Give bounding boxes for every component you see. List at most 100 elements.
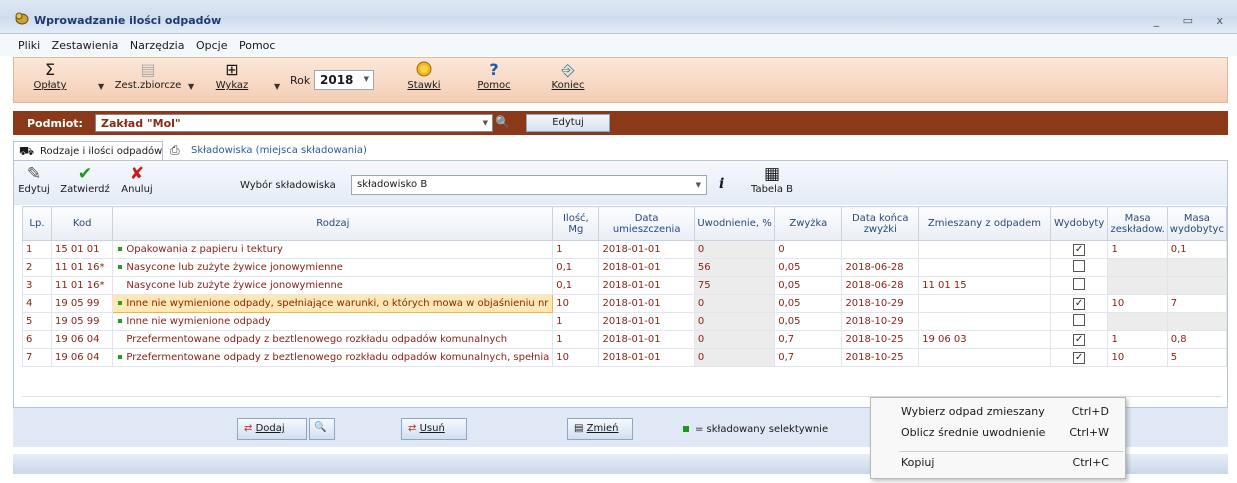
cell-masa-wyd[interactable]: 0,8: [1166, 330, 1228, 349]
anuluj-button[interactable]: ✘ Anuluj: [118, 164, 156, 195]
cell-data-konca[interactable]: 2018-10-25: [841, 348, 920, 367]
cell-data[interactable]: 2018-01-01: [598, 240, 695, 259]
info-icon[interactable]: i: [719, 176, 724, 192]
stawki-button[interactable]: Stawki: [404, 60, 444, 91]
cell-masa-zesk[interactable]: 10: [1107, 294, 1168, 313]
cell-data-konca[interactable]: 2018-06-28: [841, 276, 920, 295]
cell-masa-zesk[interactable]: 1: [1107, 240, 1168, 259]
podmiot-edit-button[interactable]: Edytuj: [526, 114, 610, 132]
menu-pliki[interactable]: Pliki: [18, 39, 40, 52]
cell-zwyzka[interactable]: 0,05: [774, 258, 843, 277]
cell-kod[interactable]: 15 01 01: [50, 240, 114, 259]
usun-button[interactable]: ⇄ Usuń: [401, 418, 467, 440]
wydobyty-checkbox[interactable]: ✓: [1073, 351, 1086, 364]
cell-data[interactable]: 2018-01-01: [598, 330, 695, 349]
cell-data[interactable]: 2018-01-01: [598, 348, 695, 367]
wydobyty-checkbox[interactable]: ✓: [1073, 297, 1086, 310]
menu-pomoc[interactable]: Pomoc: [239, 39, 275, 52]
wydobyty-checkbox[interactable]: [1073, 314, 1086, 326]
cell-lp[interactable]: 4: [22, 294, 52, 313]
podmiot-select[interactable]: Zakład "Mol" ▼: [95, 114, 493, 132]
cell-zwyzka[interactable]: 0,05: [774, 294, 843, 313]
cell-ilosc[interactable]: 1: [552, 312, 600, 331]
cell-ilosc[interactable]: 0,1: [552, 276, 600, 295]
oplaty-button[interactable]: Σ Opłaty: [30, 60, 70, 91]
cell-data-konca[interactable]: 2018-10-29: [841, 294, 920, 313]
cell-rodzaj[interactable]: Nasycone lub zużyte żywice jonowymienne: [112, 276, 554, 295]
cell-kod[interactable]: 19 06 04: [50, 330, 114, 349]
zest-button[interactable]: ▤ Zest.zbiorcze: [108, 60, 188, 91]
cell-masa-wyd[interactable]: 5: [1166, 348, 1228, 367]
cell-rodzaj[interactable]: Nasycone lub zużyte żywice jonowymienne: [112, 258, 554, 277]
col-header-rodzaj[interactable]: Rodzaj: [112, 206, 554, 241]
ctx-item-oblicz[interactable]: Oblicz średnie uwodnienie Ctrl+W: [901, 426, 1121, 439]
search-icon[interactable]: 🔍: [495, 115, 513, 131]
cell-masa-zesk[interactable]: 1: [1107, 330, 1168, 349]
edytuj-button[interactable]: ✎ Edytuj: [14, 164, 54, 195]
cell-masa-zesk[interactable]: 10: [1107, 348, 1168, 367]
cell-wydobyty[interactable]: [1049, 258, 1109, 277]
cell-uwodnienie[interactable]: 0: [693, 330, 776, 349]
cell-kod[interactable]: 11 01 16*: [50, 276, 114, 295]
cell-lp[interactable]: 7: [22, 348, 52, 367]
cell-zmieszany[interactable]: [918, 348, 1051, 367]
col-header-ilosc[interactable]: Ilość, Mg: [552, 206, 600, 241]
cell-zmieszany[interactable]: [918, 312, 1051, 331]
cell-uwodnienie[interactable]: 0: [693, 312, 776, 331]
ctx-item-kopiuj[interactable]: Kopiuj Ctrl+C: [901, 456, 1121, 469]
cell-zmieszany[interactable]: [918, 294, 1051, 313]
table-row[interactable]: 6 19 06 04 Przefermentowane odpady z beztl…: [22, 330, 1228, 349]
table-row[interactable]: 1 15 01 01 Opakowania z papieru i tektury 1…: [22, 240, 1228, 259]
cell-wydobyty[interactable]: ✓: [1049, 240, 1109, 259]
cell-data-konca[interactable]: 2018-10-25: [841, 330, 920, 349]
table-row[interactable]: 3 11 01 16* Nasycone lub zużyte żywice jon…: [22, 276, 1228, 295]
zest-dropdown-arrow-icon[interactable]: ▼: [98, 82, 104, 91]
cell-zmieszany[interactable]: [918, 240, 1051, 259]
cell-zmieszany[interactable]: [918, 258, 1051, 277]
cell-lp[interactable]: 2: [22, 258, 52, 277]
cell-ilosc[interactable]: 10: [552, 348, 600, 367]
col-header-data-konca[interactable]: Data końca zwyżki: [841, 206, 920, 241]
menu-opcje[interactable]: Opcje: [196, 39, 228, 52]
tab-skladowiska[interactable]: ⎙ Składowiska (miejsca składowania): [165, 141, 385, 161]
col-header-masa-zesk[interactable]: Masa zeskładow.: [1107, 206, 1168, 241]
cell-wydobyty[interactable]: ✓: [1049, 348, 1109, 367]
col-header-zwyzka[interactable]: Zwyżka: [774, 206, 843, 241]
cell-ilosc[interactable]: 0,1: [552, 258, 600, 277]
cell-data[interactable]: 2018-01-01: [598, 276, 695, 295]
wydobyty-checkbox[interactable]: [1073, 260, 1086, 272]
cell-wydobyty[interactable]: ✓: [1049, 294, 1109, 313]
cell-data-konca[interactable]: [841, 240, 920, 259]
cell-data-konca[interactable]: 2018-06-28: [841, 258, 920, 277]
cell-uwodnienie[interactable]: 0: [693, 240, 776, 259]
table-row[interactable]: 4 19 05 99 Inne nie wymienione odpady, spe…: [22, 294, 1228, 313]
cell-masa-wyd[interactable]: [1166, 258, 1228, 277]
cell-masa-wyd[interactable]: 7: [1166, 294, 1228, 313]
cell-masa-zesk[interactable]: [1107, 276, 1168, 295]
cell-uwodnienie[interactable]: 0: [693, 348, 776, 367]
wykaz-dropdown-arrow-icon[interactable]: ▼: [274, 82, 280, 91]
zmien-button[interactable]: ▤ Zmień: [567, 418, 633, 440]
cell-rodzaj[interactable]: Inne nie wymienione odpady, spełniające …: [112, 294, 554, 313]
cell-kod[interactable]: 11 01 16*: [50, 258, 114, 277]
cell-zmieszany[interactable]: 11 01 15: [918, 276, 1051, 295]
menu-zestawienia[interactable]: Zestawienia: [52, 39, 119, 52]
cell-zwyzka[interactable]: 0: [774, 240, 843, 259]
cell-wydobyty[interactable]: ✓: [1049, 330, 1109, 349]
cell-masa-wyd[interactable]: [1166, 276, 1228, 295]
col-header-wydobyty[interactable]: Wydobyty: [1049, 206, 1109, 241]
wykaz-button[interactable]: ⊞ Wykaz: [212, 60, 252, 91]
koniec-button[interactable]: ⎆ Koniec: [548, 60, 588, 91]
search-add-button[interactable]: 🔍: [309, 418, 335, 440]
col-header-data[interactable]: Data umieszczenia: [598, 206, 695, 241]
zest-dropdown-arrow-icon[interactable]: ▼: [188, 82, 194, 91]
cell-zmieszany[interactable]: 19 06 03: [918, 330, 1051, 349]
cell-lp[interactable]: 6: [22, 330, 52, 349]
cell-uwodnienie[interactable]: 0: [693, 294, 776, 313]
cell-zwyzka[interactable]: 0,7: [774, 348, 843, 367]
wydobyty-checkbox[interactable]: [1073, 278, 1086, 290]
cell-rodzaj[interactable]: Przefermentowane odpady z beztlenowego r…: [112, 348, 554, 367]
cell-data-konca[interactable]: 2018-10-29: [841, 312, 920, 331]
ctx-item-wybierz[interactable]: Wybierz odpad zmieszany Ctrl+D: [901, 405, 1121, 418]
cell-lp[interactable]: 3: [22, 276, 52, 295]
